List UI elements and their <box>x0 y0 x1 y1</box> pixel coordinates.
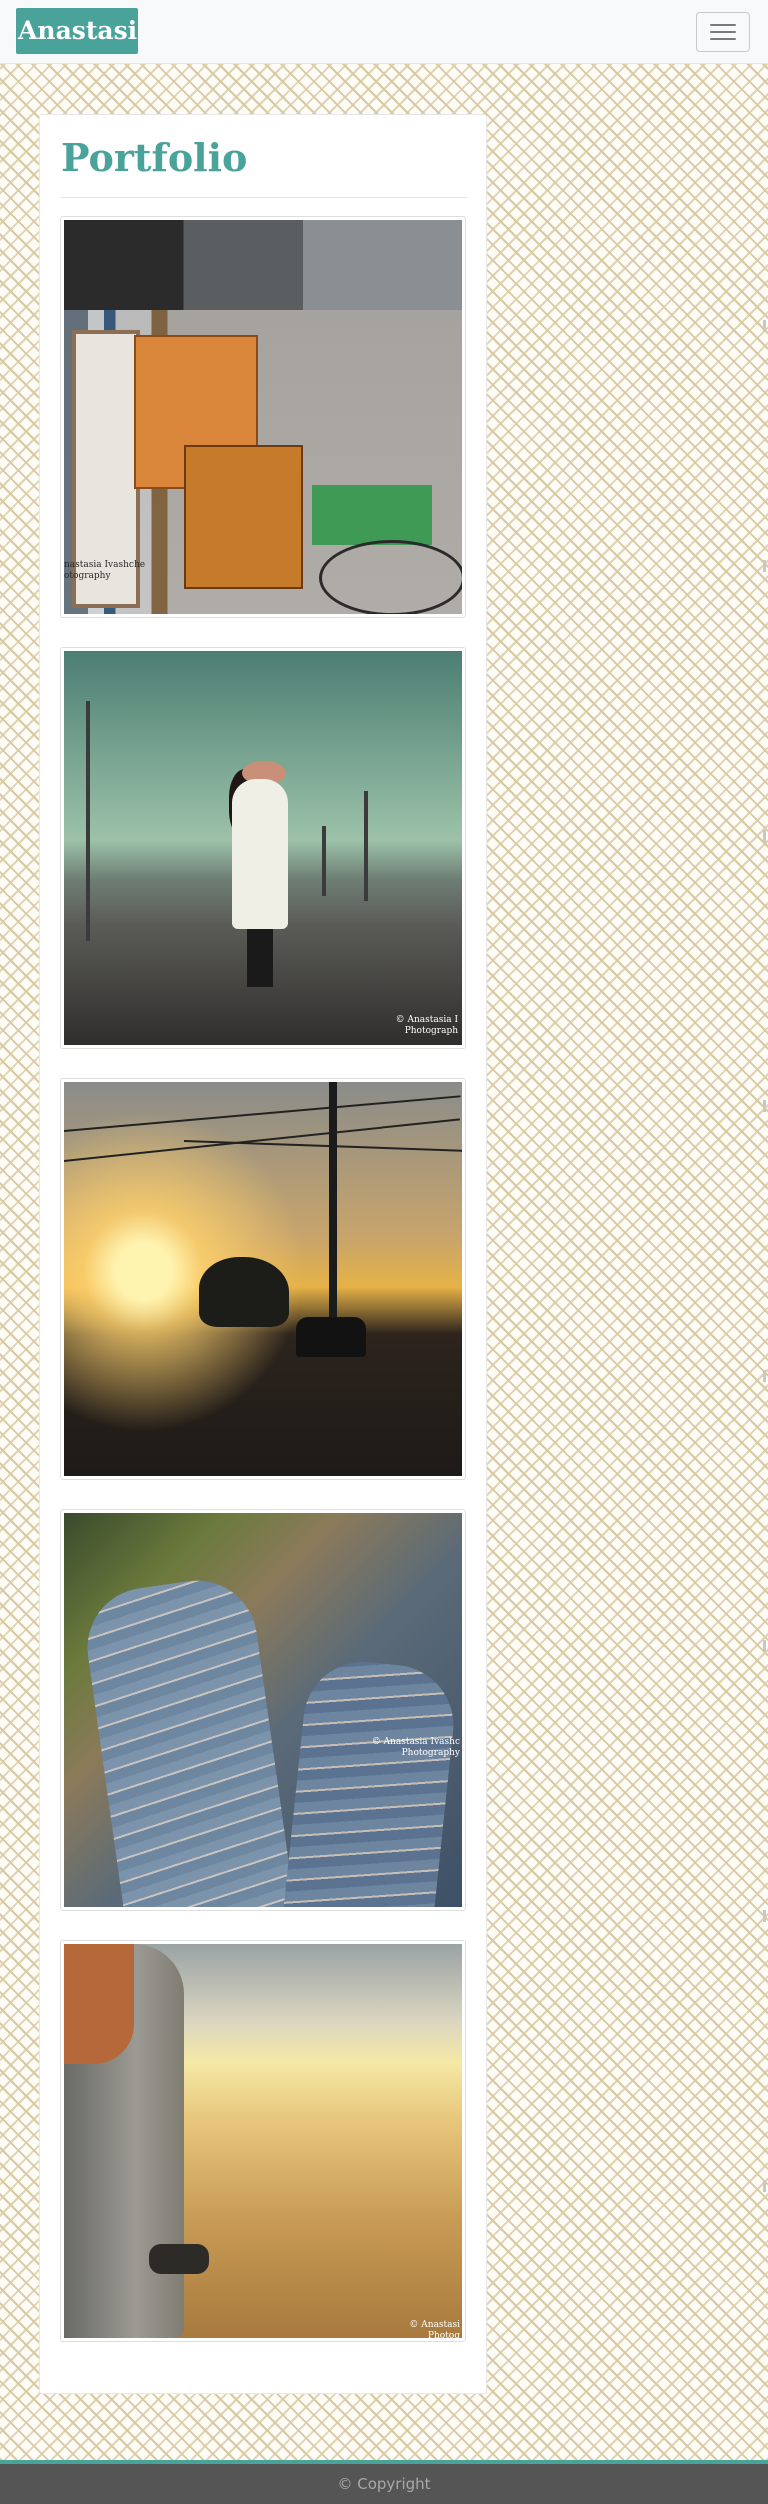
copyright-text: © Copyright <box>337 2475 431 2493</box>
flea-market-photo: nastasia Ivashche otography <box>64 220 462 614</box>
gallery-item[interactable]: nastasia Ivashche otography <box>60 216 466 618</box>
photo-watermark: nastasia Ivashche otography <box>64 560 146 581</box>
footer: © Copyright <box>0 2460 768 2504</box>
navbar-toggler-button[interactable] <box>696 12 750 52</box>
boardwalk-photo: © Anastasia I Photograph <box>64 651 462 1045</box>
gallery-item[interactable]: © Anastasia Ivashc Photography <box>60 1509 466 1911</box>
photo-watermark: © Anastasia Ivashc Photography <box>371 1737 460 1758</box>
brand-link[interactable]: Anastasia I <box>16 8 138 54</box>
sunset-photo <box>64 1082 462 1476</box>
photo-watermark: © Anastasi Photog <box>409 2320 460 2338</box>
portfolio-card: Portfolio nastasia Ivashche otography © … <box>39 114 487 2394</box>
beach-photo: © Anastasi Photog <box>64 1944 462 2338</box>
navbar: Anastasia I <box>0 0 768 64</box>
page-title: Portfolio <box>61 135 248 180</box>
jeans-photo: © Anastasia Ivashc Photography <box>64 1513 462 1907</box>
gallery-item[interactable] <box>60 1078 466 1480</box>
gallery-item[interactable]: © Anastasia I Photograph <box>60 647 466 1049</box>
hamburger-icon <box>710 24 736 40</box>
gallery-item[interactable]: © Anastasi Photog <box>60 1940 466 2342</box>
photo-watermark: © Anastasia I Photograph <box>395 1015 458 1036</box>
title-divider <box>61 197 467 198</box>
